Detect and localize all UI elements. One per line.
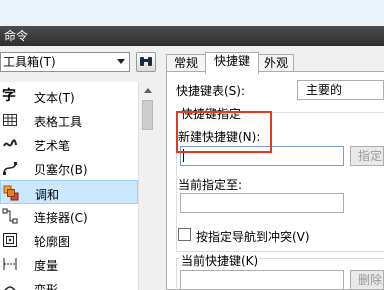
navigate-conflict-checkbox[interactable] [178,228,191,241]
list-item[interactable]: 贝塞尔(B) [0,156,138,180]
window-title: 命令 [0,26,384,46]
shortcut-table-value: 主要的 [306,83,343,97]
list-item[interactable]: 变形 [0,276,138,290]
list-scrollbar[interactable] [138,82,156,290]
assign-button[interactable]: 指定 [350,146,384,166]
toolbox-select-value: 工具箱(T) [3,55,56,69]
scroll-up-icon[interactable] [144,88,152,93]
scroll-thumb[interactable] [142,100,153,130]
tab-shortcuts[interactable]: 快捷键 [205,52,259,74]
connector-icon [2,208,18,224]
list-item[interactable]: 字 文本(T) [0,84,138,108]
list-item[interactable]: 度量 [0,252,138,276]
contour-icon [3,233,17,247]
toolbox-select[interactable]: 工具箱(T) [0,52,130,72]
highlight-annotation-box [176,111,272,153]
list-item[interactable]: 表格工具 [0,108,138,132]
top-toolbar-strip [0,0,384,26]
shortcut-table-select[interactable]: 主要的 [297,80,384,100]
list-item[interactable]: 轮廓图 [0,228,138,252]
text-char-icon: 字 [2,88,16,104]
artistic-pen-icon [3,139,17,147]
list-item[interactable]: 连接器(C) [0,204,138,228]
current-shortcuts-label: 当前快捷键(K) [180,252,260,269]
table-icon [3,114,17,126]
bezier-icon [3,162,17,175]
list-item-selected[interactable]: 调和 [0,180,138,204]
distort-icon [4,286,16,290]
chevron-down-icon [117,59,125,64]
tab-strip: 常规 快捷键 外观 [166,52,384,74]
binoculars-button[interactable] [136,52,156,72]
shortcut-table-label: 快捷键表(S): [176,84,246,98]
dimension-icon [3,258,17,270]
delete-button[interactable]: 删除 [350,270,384,290]
current-assigned-field[interactable] [180,193,344,213]
command-list[interactable]: 字 文本(T) 表格工具 艺术笔 贝塞尔(B) 调和 连接器(C) 轮廓图 度量… [0,82,156,290]
current-assigned-label: 当前指定至: [178,178,243,192]
current-shortcuts-list[interactable] [180,270,344,290]
tab-general[interactable]: 常规 [166,54,206,72]
blend-icon [3,185,19,201]
tab-appearance[interactable]: 外观 [258,54,294,72]
binoculars-icon [140,57,152,66]
list-item[interactable]: 艺术笔 [0,132,138,156]
navigate-conflict-label: 按指定导航到冲突(V) [196,230,310,244]
